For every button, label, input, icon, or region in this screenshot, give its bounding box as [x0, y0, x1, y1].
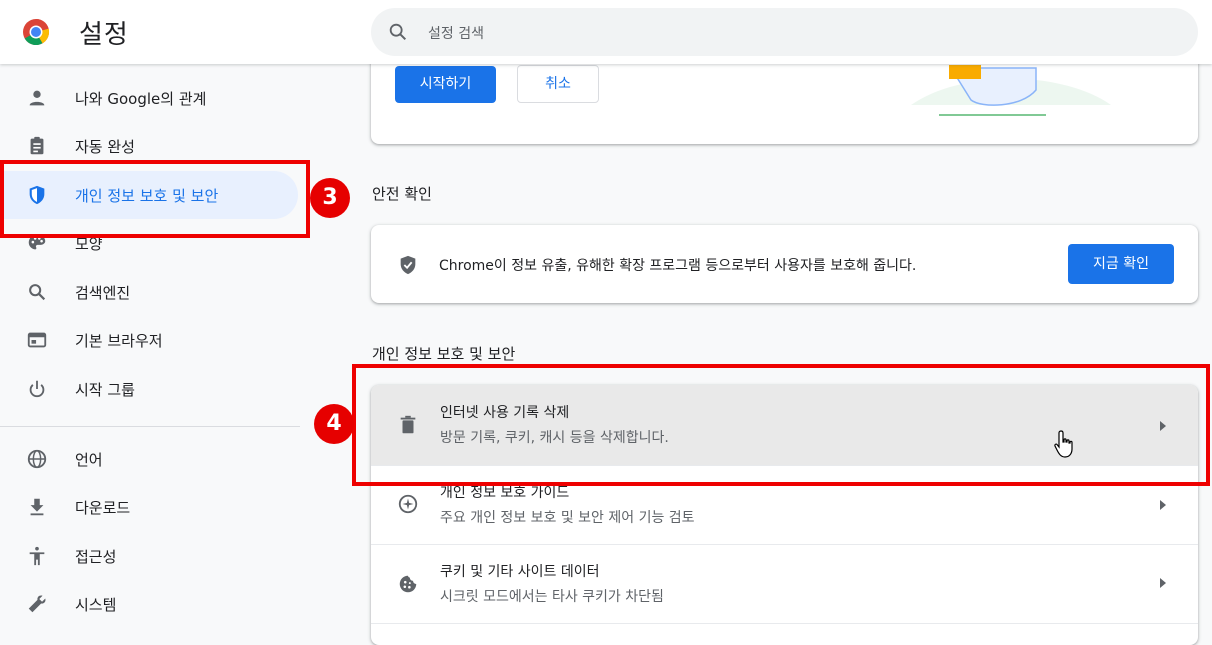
chrome-logo-icon: [23, 18, 50, 46]
search-icon: [29, 284, 46, 301]
safety-check-card: Chrome이 정보 유출, 유해한 확장 프로그램 등으로부터 사용자를 보호…: [371, 225, 1198, 303]
accessibility-icon: [29, 546, 45, 566]
sidebar-item-search-engine[interactable]: 검색엔진: [0, 268, 298, 316]
safety-description: Chrome이 정보 유출, 유해한 확장 프로그램 등으로부터 사용자를 보호…: [439, 258, 917, 274]
sidebar-item-system[interactable]: 시스템: [0, 580, 298, 628]
row-separator: [371, 623, 1198, 624]
sidebar-item-label: 시스템: [75, 596, 117, 614]
sidebar-item-label: 언어: [75, 451, 103, 469]
power-icon: [29, 380, 45, 398]
clipboard-icon: [30, 136, 44, 155]
search-bar[interactable]: 설정 검색: [371, 8, 1198, 56]
safety-section-title: 안전 확인: [372, 185, 432, 203]
start-button[interactable]: 시작하기: [395, 66, 496, 103]
safety-illustration-icon: [911, 65, 1111, 116]
sidebar-item-label: 나와 Google의 관계: [75, 90, 207, 108]
sidebar-item-label: 다운로드: [75, 499, 131, 517]
browser-window-icon: [27, 332, 47, 348]
page-title: 설정: [79, 20, 129, 50]
search-icon: [389, 23, 407, 41]
shield-check-icon: [400, 255, 416, 275]
check-now-button[interactable]: 지금 확인: [1068, 244, 1174, 284]
cookies-row[interactable]: 쿠키 및 기타 사이트 데이터 시크릿 모드에서는 타사 쿠키가 차단됨: [371, 545, 1198, 623]
chevron-right-icon: [1160, 578, 1166, 588]
sidebar-item-downloads[interactable]: 다운로드: [0, 483, 298, 531]
sidebar-item-label: 시작 그룹: [75, 381, 135, 399]
sidebar-item-label: 기본 브라우저: [75, 332, 163, 350]
cookie-icon: [399, 575, 417, 593]
annotation-box-4: [352, 364, 1210, 486]
row-subtitle: 시크릿 모드에서는 타사 쿠키가 차단됨: [440, 589, 664, 605]
row-title: 쿠키 및 기타 사이트 데이터: [440, 564, 600, 580]
annotation-badge-4: 4: [314, 404, 354, 444]
search-input[interactable]: 설정 검색: [428, 23, 484, 43]
sidebar-item-on-startup[interactable]: 시작 그룹: [0, 365, 298, 413]
sidebar-item-label: 자동 완성: [75, 138, 135, 156]
compass-icon: [398, 494, 418, 514]
sidebar-item-label: 접근성: [75, 548, 117, 566]
download-icon: [30, 498, 44, 516]
cancel-button[interactable]: 취소: [517, 65, 599, 103]
sidebar-item-label: 검색엔진: [75, 284, 131, 302]
sidebar-item-languages[interactable]: 언어: [0, 435, 298, 483]
sidebar-item-default-browser[interactable]: 기본 브라우저: [0, 316, 298, 364]
annotation-box-3: [0, 160, 310, 238]
person-icon: [29, 90, 45, 106]
annotation-badge-3: 3: [310, 178, 350, 218]
privacy-section-title: 개인 정보 보호 및 보안: [372, 345, 516, 363]
globe-icon: [27, 449, 47, 469]
sidebar-item-you-and-google[interactable]: 나와 Google의 관계: [0, 74, 298, 122]
chevron-right-icon: [1160, 500, 1166, 510]
wrench-icon: [28, 595, 46, 613]
settings-header: 설정 설정 검색: [0, 0, 1212, 64]
row-subtitle: 주요 개인 정보 보호 및 보안 제어 기능 검토: [440, 510, 695, 526]
sidebar-item-accessibility[interactable]: 접근성: [0, 532, 298, 580]
sidebar: 나와 Google의 관계 자동 완성 개인 정보 보호 및 보안 모양 검색엔…: [0, 64, 310, 632]
sidebar-divider: [0, 426, 300, 427]
